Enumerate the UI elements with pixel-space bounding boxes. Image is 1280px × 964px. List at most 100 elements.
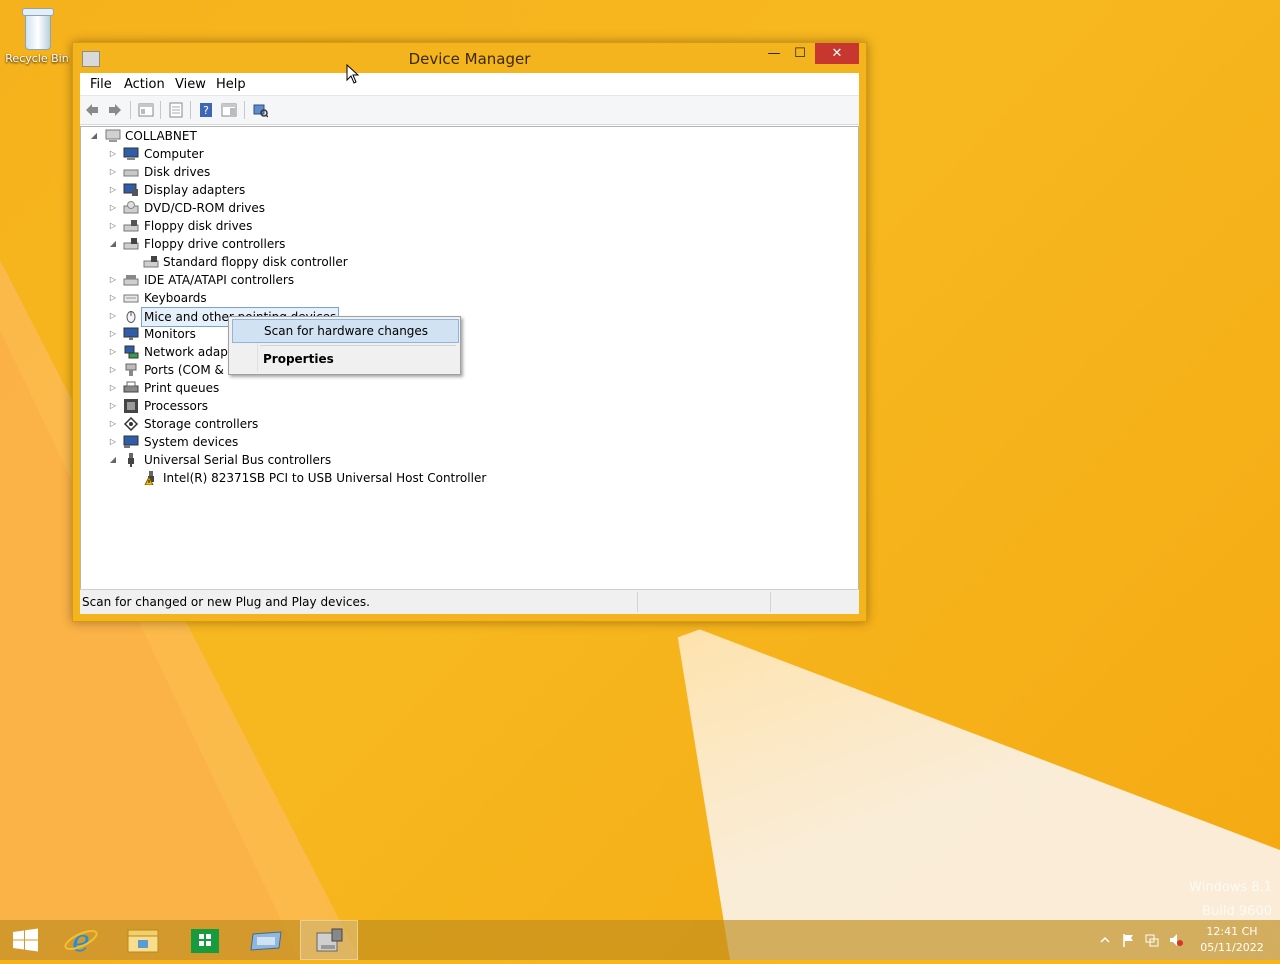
file-explorer-button[interactable] [114,920,172,960]
context-menu: Scan for hardware changes Properties [228,316,461,375]
computer-root-icon [105,129,121,142]
context-menu-separator [260,345,456,346]
menu-action[interactable]: Action [124,77,165,92]
volume-muted-icon[interactable] [1169,933,1183,947]
device-manager-icon [316,928,343,952]
close-button[interactable]: ✕ [815,43,859,64]
device-tree[interactable]: ◢ COLLABNET ▷ Computer ▷ Disk drives ▷ D… [80,126,859,589]
clock-time: 12:41 CH [1206,925,1258,938]
mouse-icon [126,311,136,323]
start-button[interactable] [0,920,58,960]
clock-date: 05/11/2022 [1200,941,1264,954]
collapse-arrow-icon[interactable]: ◢ [108,235,118,253]
menu-item-scan-hardware[interactable]: Scan for hardware changes [232,319,459,343]
network-adapter-icon [124,345,139,359]
status-divider [637,592,638,612]
tree-item-label: Standard floppy disk controller [163,255,348,269]
device-manager-taskbar-button[interactable] [300,920,358,960]
expand-arrow-icon[interactable]: ▷ [108,379,118,397]
collapse-arrow-icon[interactable]: ◢ [108,451,118,469]
floppy-drive-icon [123,220,139,232]
expand-arrow-icon[interactable]: ▷ [108,217,118,235]
forward-icon[interactable] [107,102,123,118]
tree-item-label: System devices [144,435,239,449]
tree-item-label: Floppy drive controllers [144,237,286,251]
floppy-controller-icon [143,256,159,268]
keyboard-icon [123,294,139,303]
windows-logo-icon [13,928,38,952]
title-bar[interactable]: Device Manager — ☐ ✕ [73,43,866,73]
expand-arrow-icon[interactable]: ▷ [108,397,118,415]
tree-item-label: Keyboards [144,291,207,305]
windows-watermark: Windows 8.1 Build 9600 [1189,876,1272,924]
expand-arrow-icon[interactable]: ▷ [108,271,118,289]
toolbar-separator [130,101,131,119]
taskbar-clock[interactable]: 12:41 CH 05/11/2022 [1198,924,1266,956]
properties-icon[interactable] [168,102,184,118]
scan-hardware-icon[interactable] [252,102,268,118]
folder-icon [127,929,159,953]
minimize-button[interactable]: — [761,43,787,64]
show-hidden-icons-icon[interactable] [1098,933,1112,947]
usb-warning-icon [144,471,154,485]
tree-item-label: DVD/CD-ROM drives [144,201,266,215]
menu-file[interactable]: File [90,77,112,92]
status-divider [770,592,771,612]
menu-view[interactable]: View [175,77,206,92]
display-adapter-icon [123,183,138,196]
expand-arrow-icon[interactable]: ▷ [108,199,118,217]
expand-arrow-icon[interactable]: ▷ [108,307,118,325]
store-button[interactable] [176,920,234,960]
tree-item-label: Display adapters [144,183,246,197]
status-bar: Scan for changed or new Plug and Play de… [80,589,859,614]
help-icon[interactable]: ? [198,102,214,118]
computer-icon [123,147,139,160]
expand-arrow-icon[interactable]: ▷ [108,433,118,451]
recycle-bin-label: Recycle Bin [5,52,69,65]
ide-controller-icon [123,275,139,286]
tree-item-label: Storage controllers [144,417,259,431]
watermark-version: Windows 8.1 [1189,880,1272,895]
internet-explorer-button[interactable]: e [52,920,110,960]
expand-arrow-icon[interactable]: ▷ [108,343,118,361]
menu-bar: File Action View Help [80,73,859,96]
server-manager-button[interactable] [238,920,296,960]
expand-arrow-icon[interactable]: ▷ [108,145,118,163]
processor-icon [124,399,138,413]
svg-text:?: ? [203,104,209,117]
menu-item-label: Scan for hardware changes [264,324,429,338]
svg-text:e: e [72,924,90,959]
mouse-cursor-icon [346,64,360,84]
expand-arrow-icon[interactable]: ▷ [108,163,118,181]
collapse-arrow-icon[interactable]: ◢ [89,127,99,145]
tree-item-label: Ports (COM & LPT) [144,363,229,377]
recycle-bin-icon [19,6,55,50]
status-text: Scan for changed or new Plug and Play de… [82,595,370,609]
recycle-bin-desktop-icon[interactable]: Recycle Bin [4,6,70,65]
back-icon[interactable] [84,102,100,118]
window-title: Device Manager [408,50,531,68]
tree-item-label: Monitors [144,327,196,341]
expand-arrow-icon[interactable]: ▷ [108,181,118,199]
maximize-button[interactable]: ☐ [787,43,813,64]
expand-arrow-icon[interactable]: ▷ [108,325,118,343]
show-action-pane-icon[interactable] [221,102,237,118]
tree-item-label: Processors [144,399,209,413]
floppy-controller-icon [123,238,139,250]
printer-icon [123,381,139,393]
toolbar-separator [190,101,191,119]
menu-help[interactable]: Help [216,77,246,92]
taskbar: e 12:41 CH 05/11/2022 [0,920,1280,960]
network-icon[interactable] [1145,933,1159,947]
port-icon [125,363,137,376]
tree-item-label: Intel(R) 82371SB PCI to USB Universal Ho… [163,471,487,485]
tree-item-label: Universal Serial Bus controllers [144,453,332,467]
action-center-flag-icon[interactable] [1121,933,1135,947]
tree-item-label: Computer [144,147,204,161]
show-hide-console-tree-icon[interactable] [138,102,154,118]
expand-arrow-icon[interactable]: ▷ [108,415,118,433]
menu-item-label: Properties [263,352,334,366]
expand-arrow-icon[interactable]: ▷ [108,289,118,307]
menu-item-properties[interactable]: Properties [232,348,457,370]
expand-arrow-icon[interactable]: ▷ [108,361,118,379]
